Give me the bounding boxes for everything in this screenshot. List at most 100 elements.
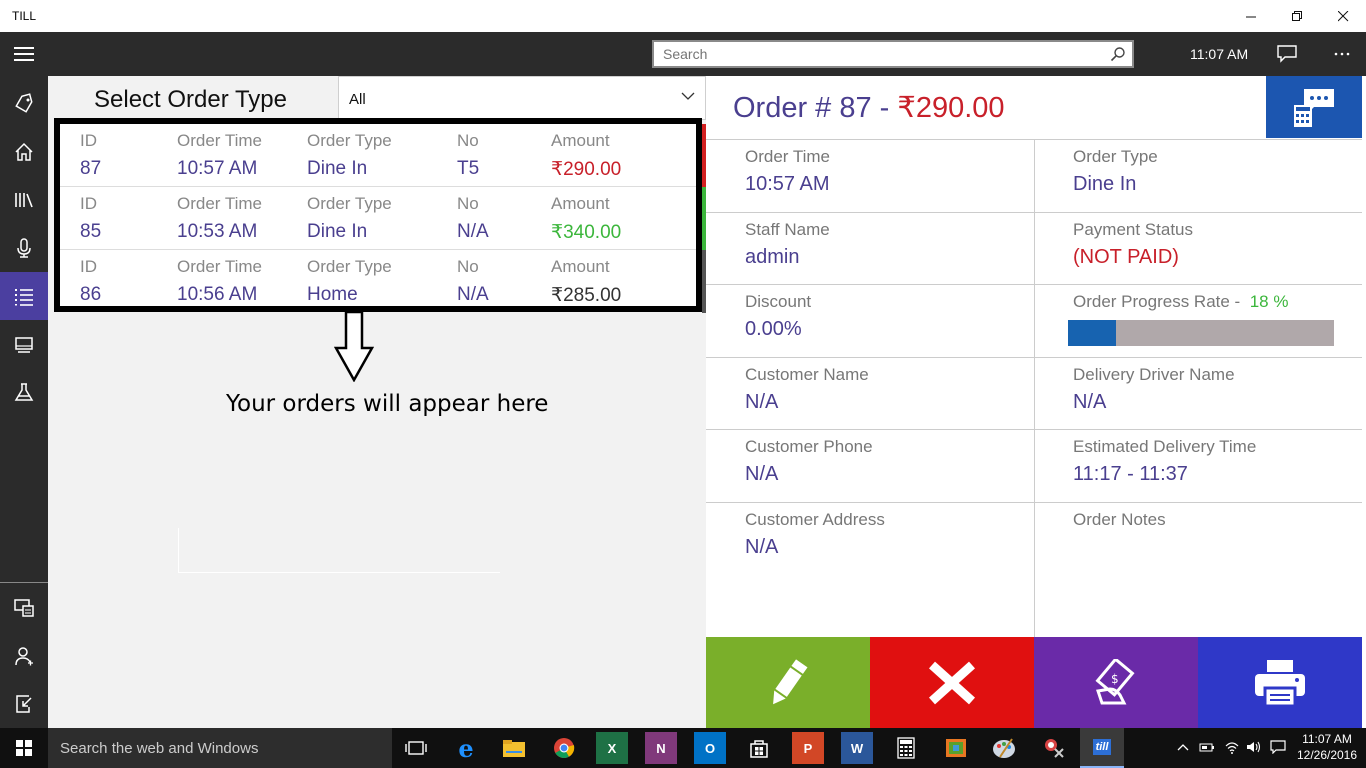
delivery-driver-field: Delivery Driver Name N/A: [1034, 357, 1362, 429]
calculator-icon[interactable]: [890, 732, 922, 764]
order-type-value: Home: [307, 284, 358, 305]
order-notes-field: Order Notes: [1034, 502, 1362, 637]
order-detail-panel: Order # 87 - ₹290.00 Order Time 10:57 AM…: [706, 76, 1366, 728]
outlook-icon[interactable]: O: [694, 732, 726, 764]
chrome-icon[interactable]: [548, 732, 580, 764]
order-row[interactable]: ID 87 Order Time 10:57 AM Order Type Dine In N…: [60, 124, 696, 187]
discount-label: Discount: [745, 292, 812, 311]
order-no-value: N/A: [457, 284, 489, 305]
order-type-label: Order Type: [307, 194, 392, 213]
pencil-icon: [773, 658, 808, 704]
taskbar: Search the web and Windows e X N O P W t…: [0, 728, 1366, 768]
sign-out-icon[interactable]: [0, 680, 48, 728]
more-options-icon[interactable]: [1322, 32, 1362, 76]
devices-icon[interactable]: [0, 584, 48, 632]
taskbar-search[interactable]: Search the web and Windows: [48, 728, 392, 768]
discount-field: Discount 0.00%: [706, 284, 1034, 357]
taskbar-date: 12/26/2016: [1296, 748, 1358, 762]
progress-label: Order Progress Rate - 18 %: [1073, 292, 1288, 312]
screens-icon[interactable]: [0, 320, 48, 368]
user-icon[interactable]: [0, 632, 48, 680]
customer-phone-label: Customer Phone: [745, 437, 873, 456]
discount-value: 0.00%: [745, 318, 802, 340]
orders-list-icon[interactable]: [0, 272, 48, 320]
payment-status-label: Payment Status: [1073, 220, 1194, 239]
order-type-value: Dine In: [307, 221, 368, 242]
svg-text:$: $: [1111, 672, 1119, 686]
order-type-label: Order Type: [307, 131, 392, 150]
order-time-value: 10:57 AM: [745, 173, 830, 195]
excel-icon[interactable]: X: [596, 732, 628, 764]
notifications-icon[interactable]: [1270, 740, 1286, 756]
app-header: 11:07 AM: [0, 32, 1366, 76]
order-amount-label: Amount: [551, 257, 610, 276]
powerpoint-icon[interactable]: P: [792, 732, 824, 764]
down-arrow-icon: [334, 312, 374, 382]
file-explorer-icon[interactable]: [498, 732, 530, 764]
tag-icon[interactable]: [0, 80, 48, 128]
battery-icon[interactable]: [1199, 740, 1215, 756]
customer-phone-field: Customer Phone N/A: [706, 429, 1034, 502]
header-clock: 11:07 AM: [1190, 46, 1249, 62]
chat-calculator-button[interactable]: [1266, 76, 1362, 138]
action-bar: $: [706, 637, 1366, 728]
payment-status-field: Payment Status (NOT PAID): [1034, 212, 1362, 284]
paint-icon[interactable]: [988, 732, 1020, 764]
orders-hint: Your orders will appear here: [226, 391, 549, 417]
image-viewer-icon[interactable]: [940, 732, 972, 764]
chevron-up-icon[interactable]: [1176, 740, 1192, 756]
windows-start-icon[interactable]: [0, 728, 48, 768]
restore-button[interactable]: [1274, 0, 1320, 32]
snipping-tool-icon[interactable]: [1038, 732, 1070, 764]
lab-icon[interactable]: [0, 368, 48, 416]
customer-name-value: N/A: [745, 391, 779, 413]
order-type-value: Dine In: [1073, 173, 1137, 195]
search-box[interactable]: [652, 40, 1134, 68]
till-app-icon[interactable]: till: [1080, 728, 1124, 768]
microphone-icon[interactable]: [0, 224, 48, 272]
search-input[interactable]: [654, 42, 1094, 66]
estimated-delivery-value: 11:17 - 11:37: [1073, 463, 1188, 485]
hamburger-menu-icon[interactable]: [0, 32, 48, 76]
home-icon[interactable]: [0, 128, 48, 176]
order-title-number: Order # 87 -: [733, 92, 898, 124]
edit-order-button[interactable]: [706, 637, 870, 728]
window-title: TILL: [12, 9, 37, 23]
close-window-button[interactable]: [1320, 0, 1366, 32]
print-button[interactable]: [1198, 637, 1362, 728]
minimize-button[interactable]: [1228, 0, 1274, 32]
orders-panel: Select Order Type All ID 87 Order Time 10:5…: [48, 76, 706, 728]
word-icon[interactable]: W: [841, 732, 873, 764]
printer-icon: [1255, 659, 1305, 707]
order-time-value: 10:57 AM: [177, 158, 258, 179]
order-type-value: Dine In: [307, 158, 368, 179]
order-type-dropdown[interactable]: All: [338, 76, 706, 120]
order-no-label: No: [457, 257, 479, 276]
order-type-label: Order Type: [1073, 147, 1158, 166]
order-id-value: 87: [80, 158, 102, 179]
estimated-delivery-label: Estimated Delivery Time: [1073, 437, 1257, 456]
feedback-icon[interactable]: [1267, 32, 1307, 76]
chat-calculator-icon: [1294, 89, 1334, 127]
order-row[interactable]: ID 86 Order Time 10:56 AM Order Type Home No N/…: [60, 250, 696, 313]
edge-browser-icon[interactable]: e: [450, 732, 482, 764]
delivery-driver-label: Delivery Driver Name: [1073, 365, 1235, 384]
order-id-label: ID: [80, 257, 97, 276]
volume-icon[interactable]: [1246, 740, 1262, 756]
rail-divider: [0, 582, 48, 583]
divider: [178, 528, 179, 572]
order-amount-label: Amount: [551, 194, 610, 213]
order-no-value: N/A: [457, 221, 489, 242]
order-row[interactable]: ID 85 Order Time 10:53 AM Order Type Dine In N…: [60, 187, 696, 250]
store-icon[interactable]: [743, 732, 775, 764]
library-icon[interactable]: [0, 176, 48, 224]
taskbar-clock[interactable]: 11:07 AM 12/26/2016: [1296, 731, 1358, 763]
task-view-icon[interactable]: [400, 732, 432, 764]
cancel-order-button[interactable]: [870, 637, 1034, 728]
order-amount-value: ₹285.00: [551, 285, 622, 306]
payment-button[interactable]: $: [1034, 637, 1198, 728]
search-icon[interactable]: [1110, 46, 1126, 62]
order-type-field: Order Type Dine In: [1034, 139, 1362, 212]
onenote-icon[interactable]: N: [645, 732, 677, 764]
wifi-icon[interactable]: [1224, 740, 1240, 756]
